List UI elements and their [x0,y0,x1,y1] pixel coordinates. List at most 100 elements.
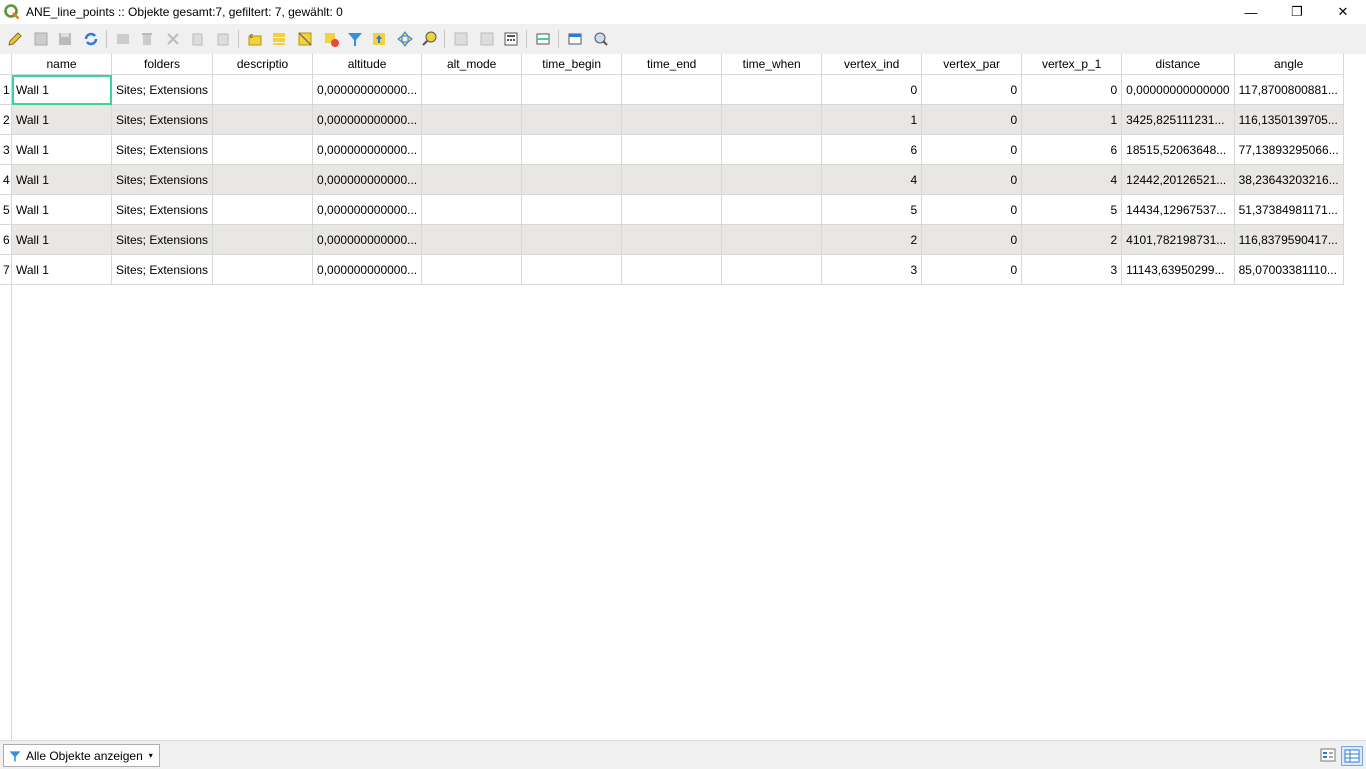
table-row[interactable]: 3 Wall 1 Sites; Extensions 0,000000000000..… [0,134,1344,165]
cell-time_begin[interactable] [521,74,623,105]
cell-altitude[interactable]: 0,000000000000... [312,74,423,105]
cell-folders[interactable]: Sites; Extensions [111,104,214,135]
cell-distance[interactable]: 14434,12967537... [1121,194,1235,225]
reload-icon[interactable] [80,28,102,50]
cell-angle[interactable]: 85,07003381110... [1234,254,1344,285]
cell-descriptio[interactable] [212,194,314,225]
delete-icon[interactable] [136,28,158,50]
select-all-icon[interactable] [268,28,290,50]
column-header[interactable]: time_begin [521,54,623,75]
cell-descriptio[interactable] [212,134,314,165]
table-row[interactable]: 1 Wall 1 Sites; Extensions 0,000000000000..… [0,74,1344,105]
cell-descriptio[interactable] [212,164,314,195]
cell-name[interactable]: Wall 1 [11,134,112,165]
cell-folders[interactable]: Sites; Extensions [111,74,214,105]
cell-folders[interactable]: Sites; Extensions [111,164,214,195]
cell-time_when[interactable] [721,194,823,225]
row-number[interactable]: 2 [0,104,12,135]
row-number[interactable]: 7 [0,254,12,285]
restore-button[interactable]: ❐ [1274,0,1320,24]
cell-time_begin[interactable] [521,254,623,285]
cell-vertex_p_1[interactable]: 0 [1021,74,1123,105]
invert-selection-icon[interactable] [294,28,316,50]
cell-distance[interactable]: 0,00000000000000 [1121,74,1235,105]
column-header[interactable]: time_end [621,54,723,75]
column-header[interactable]: alt_mode [421,54,523,75]
cell-vertex_par[interactable]: 0 [921,254,1023,285]
table-row[interactable]: 4 Wall 1 Sites; Extensions 0,000000000000..… [0,164,1344,195]
cell-name[interactable]: Wall 1 [11,254,112,285]
row-number[interactable]: 6 [0,224,12,255]
add-feature-icon[interactable] [112,28,134,50]
column-header[interactable]: name [11,54,112,75]
cell-alt_mode[interactable] [421,134,523,165]
cell-altitude[interactable]: 0,000000000000... [312,254,423,285]
new-field-icon[interactable] [450,28,472,50]
cell-time_when[interactable] [721,164,823,195]
cell-time_when[interactable] [721,134,823,165]
cell-vertex_par[interactable]: 0 [921,194,1023,225]
cell-angle[interactable]: 77,13893295066... [1234,134,1344,165]
cell-vertex_par[interactable]: 0 [921,224,1023,255]
cell-alt_mode[interactable] [421,164,523,195]
cell-vertex_par[interactable]: 0 [921,164,1023,195]
cell-vertex_ind[interactable]: 3 [821,254,923,285]
paste-icon[interactable] [212,28,234,50]
cell-distance[interactable]: 11143,63950299... [1121,254,1235,285]
cell-time_begin[interactable] [521,194,623,225]
cell-folders[interactable]: Sites; Extensions [111,224,214,255]
cell-vertex_ind[interactable]: 6 [821,134,923,165]
cell-vertex_p_1[interactable]: 5 [1021,194,1123,225]
filter-icon[interactable] [344,28,366,50]
column-header[interactable]: vertex_p_1 [1021,54,1123,75]
column-header[interactable]: vertex_par [921,54,1023,75]
cell-descriptio[interactable] [212,104,314,135]
cell-alt_mode[interactable] [421,194,523,225]
form-view-button[interactable] [1318,746,1338,764]
cell-alt_mode[interactable] [421,104,523,135]
corner-cell[interactable] [0,54,12,75]
row-number[interactable]: 3 [0,134,12,165]
table-row[interactable]: 2 Wall 1 Sites; Extensions 0,000000000000..… [0,104,1344,135]
column-header[interactable]: folders [111,54,214,75]
table-row[interactable]: 7 Wall 1 Sites; Extensions 0,000000000000..… [0,254,1344,285]
cell-altitude[interactable]: 0,000000000000... [312,104,423,135]
cell-time_end[interactable] [621,194,723,225]
minimize-button[interactable]: — [1228,0,1274,24]
column-header[interactable]: vertex_ind [821,54,923,75]
cell-time_begin[interactable] [521,134,623,165]
row-number[interactable]: 4 [0,164,12,195]
cell-vertex_ind[interactable]: 4 [821,164,923,195]
cell-descriptio[interactable] [212,224,314,255]
table-row[interactable]: 5 Wall 1 Sites; Extensions 0,000000000000..… [0,194,1344,225]
cell-altitude[interactable]: 0,000000000000... [312,134,423,165]
cell-vertex_p_1[interactable]: 3 [1021,254,1123,285]
cell-name[interactable]: Wall 1 [11,224,112,255]
conditional-format-icon[interactable] [532,28,554,50]
cell-distance[interactable]: 3425,825111231... [1121,104,1235,135]
cell-folders[interactable]: Sites; Extensions [111,254,214,285]
cell-time_end[interactable] [621,164,723,195]
cell-vertex_p_1[interactable]: 2 [1021,224,1123,255]
cell-distance[interactable]: 18515,52063648... [1121,134,1235,165]
cell-distance[interactable]: 12442,20126521... [1121,164,1235,195]
column-header[interactable]: time_when [721,54,823,75]
cell-alt_mode[interactable] [421,74,523,105]
pan-to-selection-icon[interactable] [394,28,416,50]
cell-descriptio[interactable] [212,254,314,285]
cell-descriptio[interactable] [212,74,314,105]
cell-angle[interactable]: 51,37384981171... [1234,194,1344,225]
pencil-icon[interactable] [4,28,26,50]
cell-alt_mode[interactable] [421,254,523,285]
cell-name[interactable]: Wall 1 [11,164,112,195]
cell-time_when[interactable] [721,224,823,255]
cell-time_begin[interactable] [521,164,623,195]
cell-altitude[interactable]: 0,000000000000... [312,164,423,195]
cell-time_begin[interactable] [521,104,623,135]
cell-angle[interactable]: 117,8700800881... [1234,74,1344,105]
cell-angle[interactable]: 116,8379590417... [1234,224,1344,255]
cell-time_when[interactable] [721,254,823,285]
cell-angle[interactable]: 116,1350139705... [1234,104,1344,135]
cell-time_end[interactable] [621,134,723,165]
cell-vertex_p_1[interactable]: 6 [1021,134,1123,165]
